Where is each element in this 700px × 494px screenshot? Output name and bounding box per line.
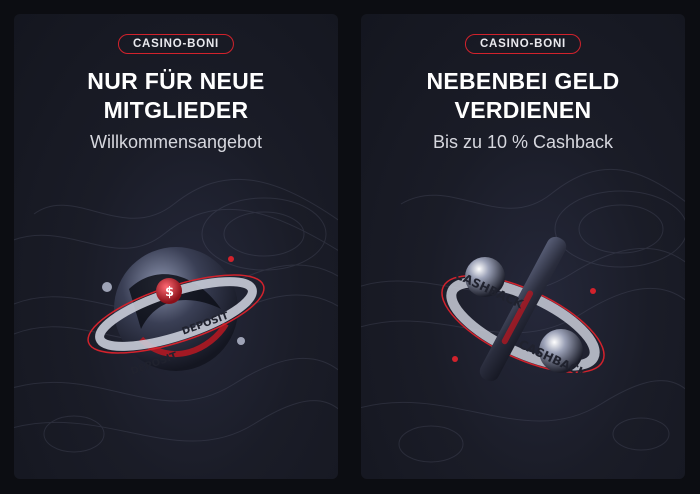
card-title: NEBENBEI GELD VERDIENEN [361, 67, 685, 125]
promo-card-cashback[interactable]: CASINO-BONI NEBENBEI GELD VERDIENEN Bis … [361, 14, 685, 479]
dollar-symbol: $ [165, 285, 174, 300]
card-title-line1: NEBENBEI GELD [426, 68, 620, 94]
card-subtitle: Willkommensangebot [89, 132, 263, 152]
category-badge: CASINO-BONI [117, 34, 235, 54]
card-title-line2: MITGLIEDER [103, 97, 249, 123]
card-title-line1: NUR FÜR NEUE [87, 68, 265, 94]
deposit-sphere-icon: DEPOSIT DEPOSIT $ [87, 247, 265, 378]
card-title: NUR FÜR NEUE MITGLIEDER [14, 67, 338, 125]
card-title-line2: VERDIENEN [454, 97, 592, 123]
promo-card-welcome[interactable]: CASINO-BONI NUR FÜR NEUE MITGLIEDER Will… [14, 14, 338, 479]
category-badge: CASINO-BONI [464, 34, 582, 54]
card-subtitle: Bis zu 10 % Cashback [432, 132, 614, 152]
cashback-percent-icon: CASHBACK CASHBACK [441, 236, 605, 382]
promo-grid: CASINO-BONI NUR FÜR NEUE MITGLIEDER Will… [0, 0, 700, 494]
